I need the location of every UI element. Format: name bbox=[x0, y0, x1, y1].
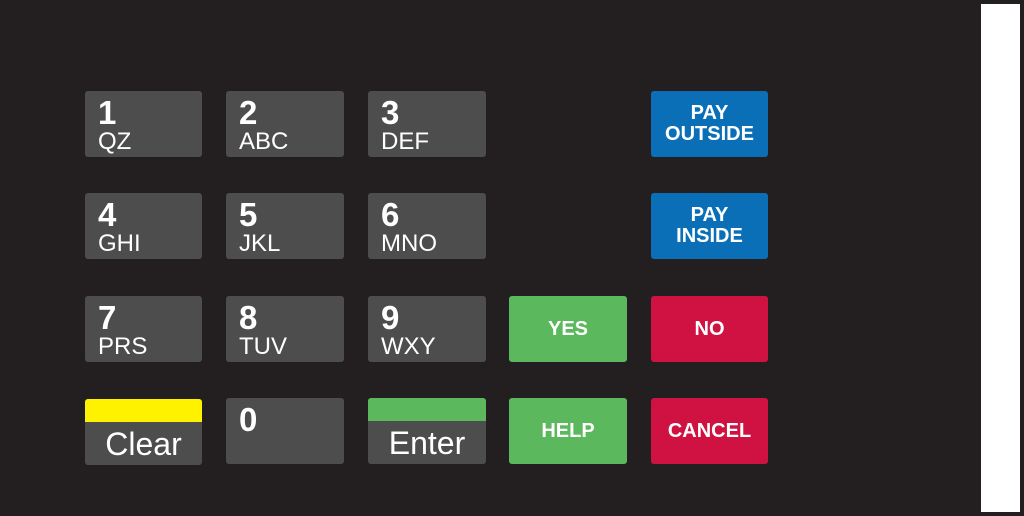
enter-color-band bbox=[368, 398, 486, 421]
key-letters: JKL bbox=[239, 230, 281, 257]
key-letters: GHI bbox=[98, 230, 141, 257]
key-digit: 0 bbox=[239, 401, 258, 438]
key-digit: 3 bbox=[381, 94, 400, 131]
cancel-label: CANCEL bbox=[667, 419, 752, 442]
key-letters: MNO bbox=[381, 230, 437, 257]
cancel-button[interactable]: CANCEL bbox=[651, 398, 768, 464]
key-7[interactable]: 7 PRS bbox=[85, 296, 202, 362]
key-letters: ABC bbox=[239, 128, 289, 155]
key-3[interactable]: 3 DEF bbox=[368, 91, 486, 157]
key-5[interactable]: 5 JKL bbox=[226, 193, 344, 259]
key-letters: WXY bbox=[381, 333, 436, 360]
pay-outside-line2: OUTSIDE bbox=[665, 123, 754, 145]
help-button[interactable]: HELP bbox=[509, 398, 627, 464]
key-digit: 9 bbox=[381, 299, 400, 336]
pay-outside-button[interactable]: PAY OUTSIDE bbox=[651, 91, 768, 157]
enter-button[interactable]: Enter bbox=[368, 398, 486, 464]
enter-label: Enter bbox=[388, 425, 466, 461]
help-label: HELP bbox=[541, 419, 595, 442]
key-8[interactable]: 8 TUV bbox=[226, 296, 344, 362]
key-digit: 4 bbox=[98, 196, 117, 233]
clear-color-band bbox=[85, 399, 202, 422]
key-1[interactable]: 1 QZ bbox=[85, 91, 202, 157]
key-digit: 8 bbox=[239, 299, 258, 336]
key-9[interactable]: 9 WXY bbox=[368, 296, 486, 362]
clear-button[interactable]: Clear bbox=[85, 399, 202, 465]
key-4[interactable]: 4 GHI bbox=[85, 193, 202, 259]
key-letters: DEF bbox=[381, 128, 429, 155]
key-letters: TUV bbox=[239, 333, 287, 360]
no-button[interactable]: NO bbox=[651, 296, 768, 362]
key-2[interactable]: 2 ABC bbox=[226, 91, 344, 157]
key-letters: PRS bbox=[98, 333, 148, 360]
clear-label: Clear bbox=[105, 426, 182, 462]
pay-inside-line2: INSIDE bbox=[676, 225, 743, 247]
pay-inside-button[interactable]: PAY INSIDE bbox=[651, 193, 768, 259]
key-letters: QZ bbox=[98, 128, 132, 155]
pay-inside-line1: PAY bbox=[690, 204, 729, 226]
yes-label: YES bbox=[547, 317, 589, 340]
key-6[interactable]: 6 MNO bbox=[368, 193, 486, 259]
key-0[interactable]: 0 bbox=[226, 398, 344, 464]
key-digit: 7 bbox=[98, 299, 117, 336]
key-digit: 2 bbox=[239, 94, 258, 131]
key-digit: 6 bbox=[381, 196, 400, 233]
no-label: NO bbox=[694, 317, 725, 340]
yes-button[interactable]: YES bbox=[509, 296, 627, 362]
key-digit: 5 bbox=[239, 196, 258, 233]
display-window-strip bbox=[981, 4, 1020, 512]
key-digit: 1 bbox=[98, 94, 117, 131]
pay-outside-line1: PAY bbox=[690, 102, 729, 124]
